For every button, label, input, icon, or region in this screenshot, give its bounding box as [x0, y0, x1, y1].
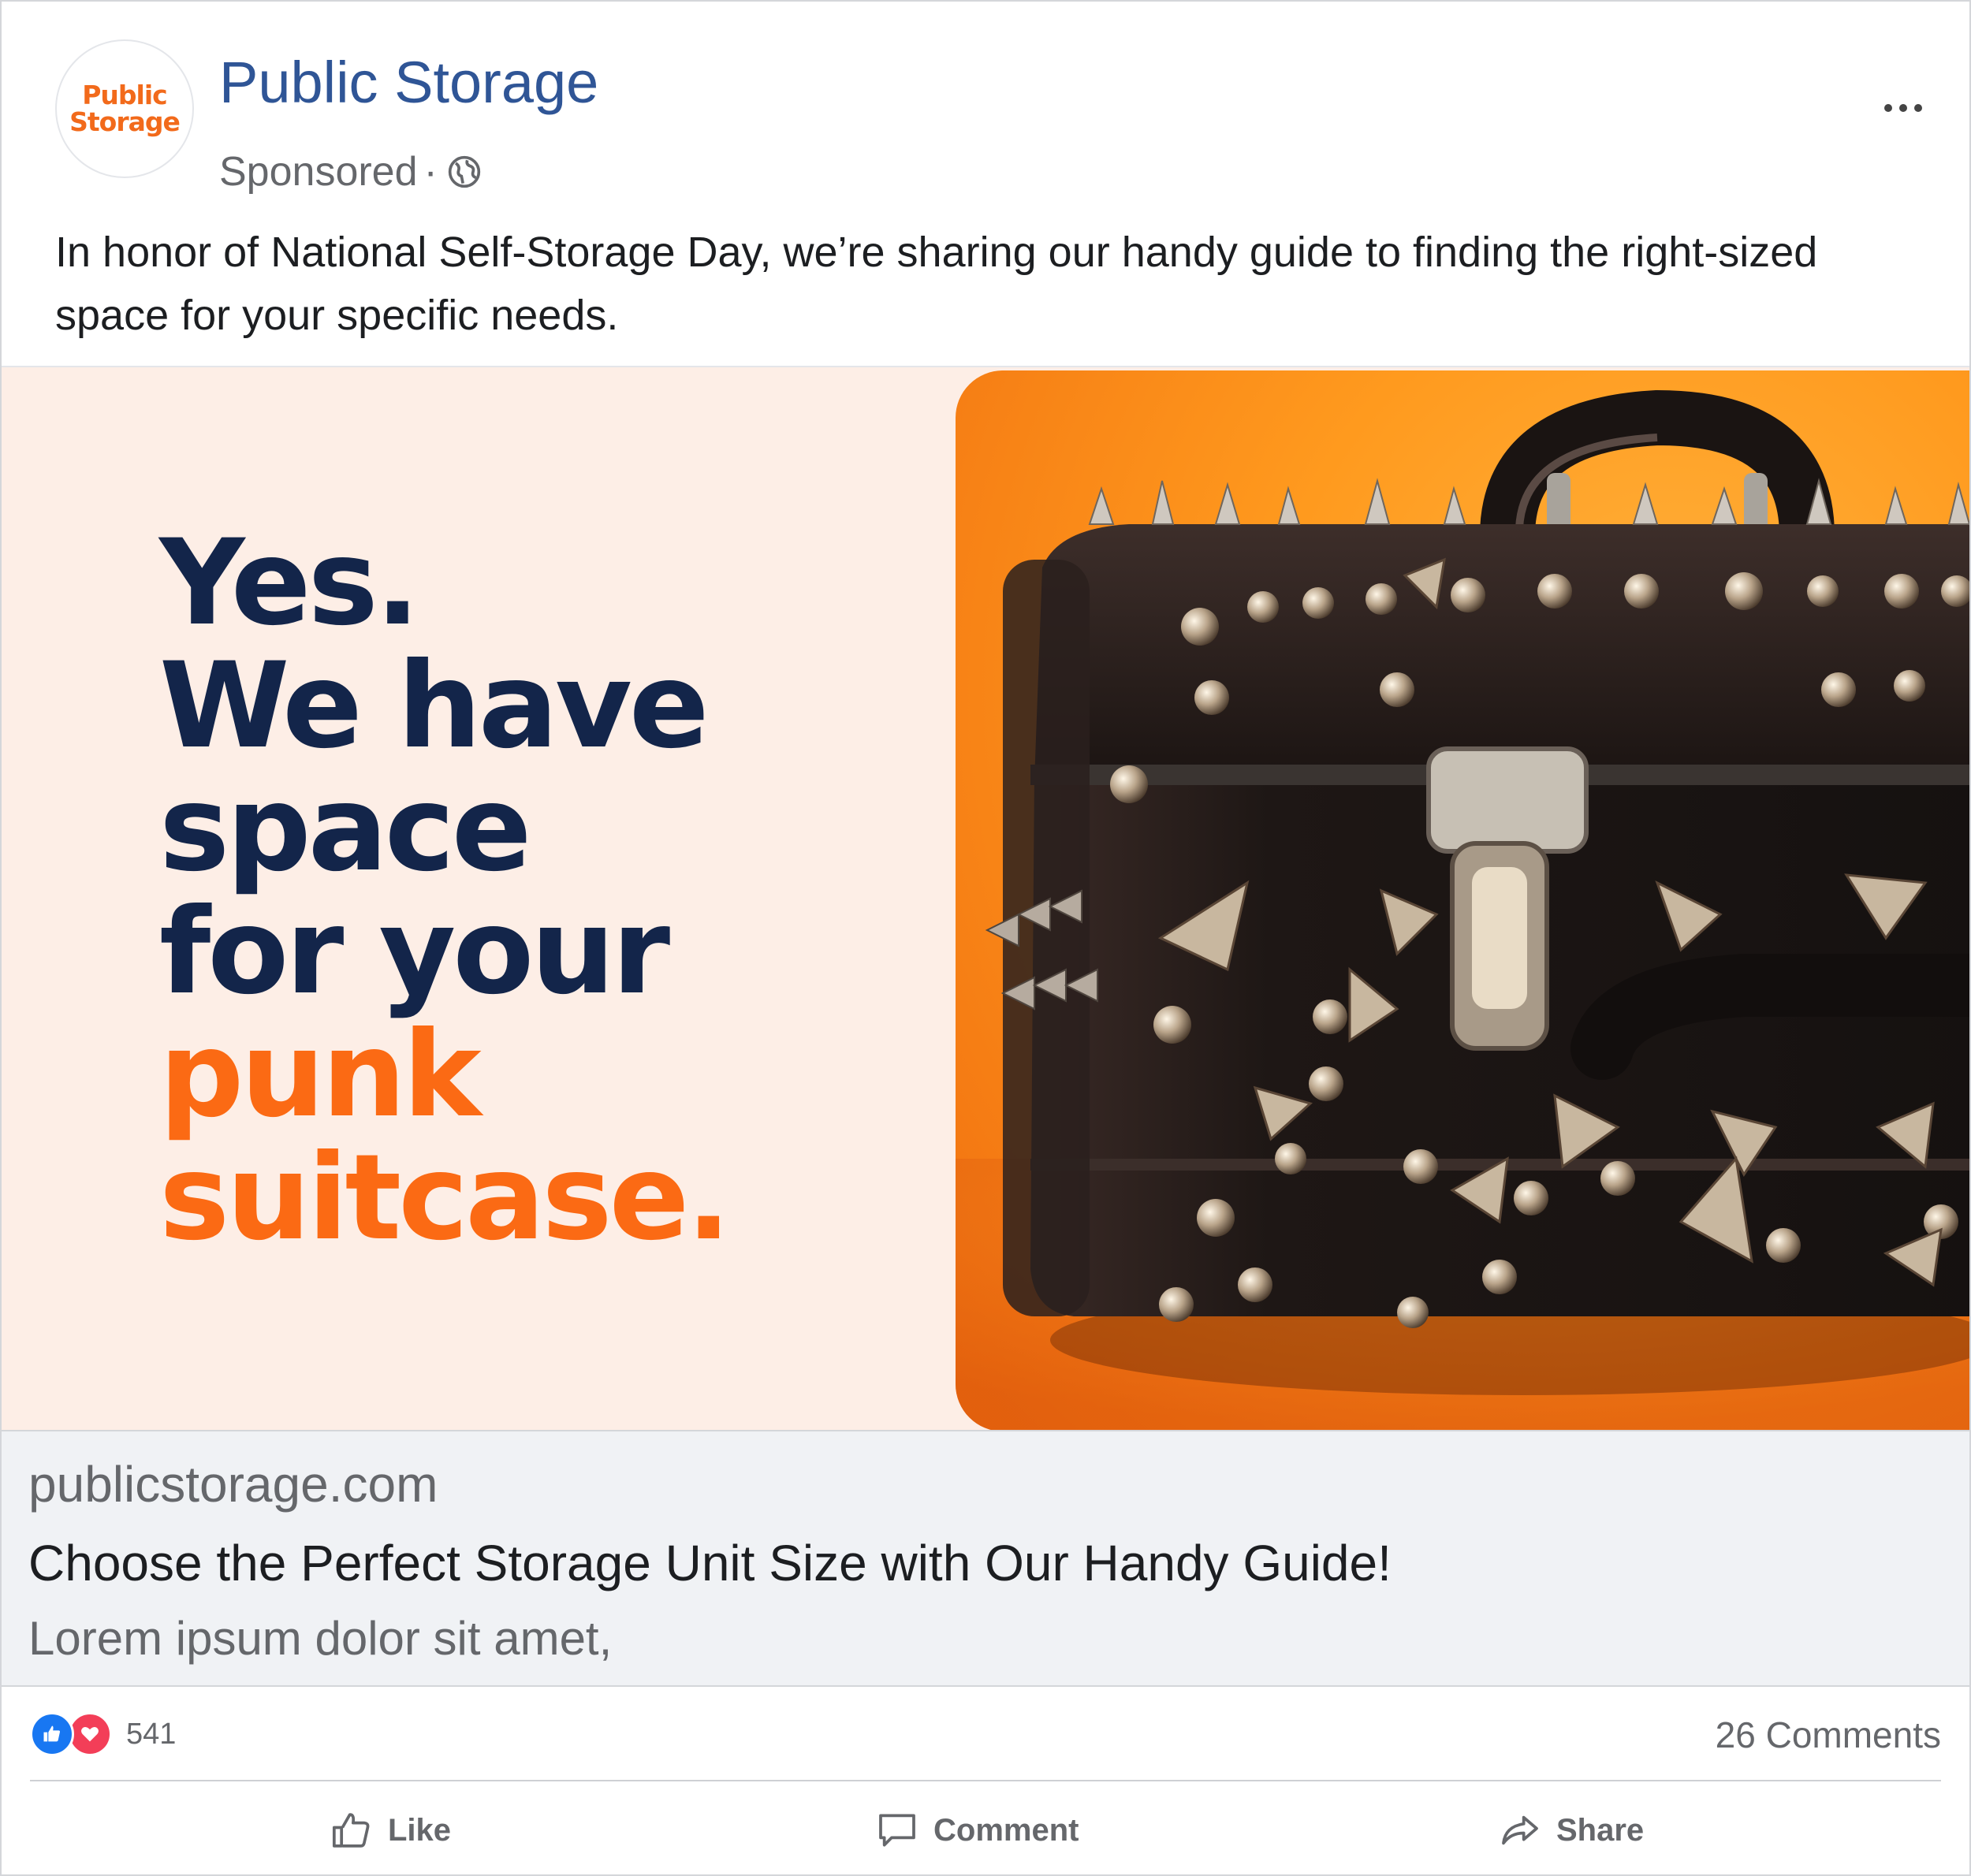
like-label: Like — [388, 1812, 452, 1848]
post-caption: In honor of National Self-Storage Day, w… — [55, 229, 1818, 339]
headline-line: for your — [159, 884, 670, 1021]
headline-line: space — [159, 761, 532, 898]
thumbs-up-icon — [332, 1813, 370, 1848]
comment-label: Comment — [933, 1812, 1079, 1848]
suitcase-photo — [956, 370, 1969, 1431]
share-button[interactable]: Share — [1498, 1808, 1644, 1852]
more-options-icon[interactable] — [1884, 104, 1922, 112]
like-reaction-icon — [30, 1712, 74, 1756]
share-icon — [1502, 1815, 1538, 1845]
link-preview-card[interactable]: publicstorage.com Choose the Perfect Sto… — [2, 1430, 1969, 1687]
headline-line-highlight: punk — [159, 1007, 482, 1144]
link-title[interactable]: Choose the Perfect Storage Unit Size wit… — [28, 1534, 1392, 1592]
page-name-link[interactable]: Public Storage — [219, 49, 598, 116]
link-description: Lorem ipsum dolor sit amet, — [28, 1612, 613, 1665]
comment-button[interactable]: Comment — [875, 1808, 1079, 1852]
action-bar: Like Comment Share — [2, 1786, 1969, 1873]
love-reaction-icon — [68, 1712, 112, 1756]
headline-line-highlight: suitcase. — [159, 1130, 731, 1267]
sponsored-label[interactable]: Sponsored — [219, 148, 418, 195]
avatar-logo-line-2: Storage — [69, 106, 181, 137]
post-meta: Sponsored · — [219, 148, 482, 195]
avatar-logo-line-1: Public — [82, 80, 167, 110]
reaction-count: 541 — [126, 1717, 177, 1751]
ad-creative[interactable]: Yes. We have space for your punk suitcas… — [2, 366, 1969, 1431]
page-avatar[interactable]: Public Storage — [55, 39, 194, 178]
share-label: Share — [1556, 1812, 1645, 1848]
headline-line: We have — [159, 638, 710, 775]
comments-count-link[interactable]: 26 Comments — [1716, 1714, 1941, 1756]
headline-line: Yes. — [159, 515, 420, 652]
reaction-summary[interactable]: 541 — [30, 1712, 176, 1756]
link-domain: publicstorage.com — [28, 1456, 438, 1513]
action-divider — [30, 1780, 1941, 1781]
meta-separator: · — [423, 149, 438, 195]
sponsored-post: Public Storage Public Storage Sponsored … — [0, 0, 1971, 1876]
like-button[interactable]: Like — [330, 1808, 451, 1852]
suitcase-illustration — [956, 389, 1969, 1431]
creative-headline: Yes. We have space for your punk suitcas… — [159, 515, 731, 1267]
globe-icon[interactable] — [447, 154, 482, 189]
comment-icon — [879, 1814, 915, 1847]
